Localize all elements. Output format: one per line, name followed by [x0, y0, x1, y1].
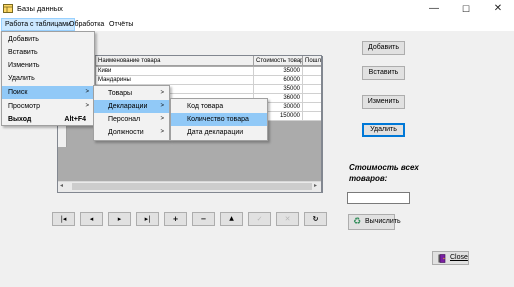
scrollbar-thumb[interactable] — [72, 183, 312, 190]
menu-item-label: Персонал — [108, 116, 141, 123]
menu-item-label: Количество товара — [187, 116, 249, 123]
scroll-right-arrow-icon[interactable]: ▸ — [314, 182, 317, 189]
menu-item-delete[interactable]: Удалить — [2, 72, 94, 85]
edit-button[interactable]: Изменить — [362, 95, 405, 109]
scroll-left-arrow-icon[interactable]: ◂ — [60, 182, 63, 189]
menu-item-product-quantity[interactable]: Количество товара — [171, 113, 267, 126]
grid-cell-post[interactable] — [303, 67, 321, 76]
nav-edit-button[interactable]: ▲ — [220, 212, 243, 226]
nav-first-button[interactable]: |◂ — [52, 212, 75, 226]
menu-item-positions[interactable]: Должности > — [94, 126, 169, 139]
menu-item-product-code[interactable]: Код товара — [171, 100, 267, 113]
grid-cell-post[interactable] — [303, 85, 321, 94]
tables-menu: Добавить Вставить Изменить Удалить Поиск… — [1, 31, 95, 126]
nav-prior-button[interactable]: ◂ — [80, 212, 103, 226]
menu-item-edit[interactable]: Изменить — [2, 59, 94, 72]
close-button[interactable]: Close — [432, 251, 469, 265]
menu-item-label: Товары — [108, 90, 133, 97]
grid-cell-post[interactable] — [303, 76, 321, 85]
close-window-icon[interactable]: ✕ — [482, 0, 514, 18]
insert-button[interactable]: Вставить — [362, 66, 405, 80]
add-button[interactable]: Добавить — [362, 41, 405, 55]
submenu-arrow-icon: > — [160, 129, 164, 135]
total-cost-label: Стоимость всех товаров: — [349, 163, 419, 183]
nav-post-button[interactable]: ✓ — [248, 212, 271, 226]
maximize-icon[interactable]: ☐ — [450, 0, 482, 18]
nav-insert-button[interactable]: + — [164, 212, 187, 226]
grid-border-right — [322, 56, 323, 193]
column-header-cost[interactable]: Стоимость товара — [254, 56, 303, 66]
submenu-arrow-icon: > — [85, 103, 89, 109]
column-header-name[interactable]: Наименование товара — [96, 56, 254, 66]
refresh-green-icon: ♻ — [353, 217, 362, 227]
menu-tables[interactable]: Работа с таблицами — [1, 18, 75, 31]
grid-cell-cost[interactable]: 60000 — [254, 76, 303, 85]
menu-item-label: Код товара — [187, 103, 224, 110]
grid-cell-post[interactable] — [303, 103, 321, 112]
menu-item-label: Декларации — [108, 103, 148, 110]
submenu-arrow-icon: > — [85, 89, 89, 95]
menu-item-exit[interactable]: Выход Alt+F4 — [2, 113, 94, 126]
nav-last-button[interactable]: ▸| — [136, 212, 159, 226]
menu-item-declarations[interactable]: Декларации > — [94, 100, 169, 113]
calculate-label: Вычислить — [365, 218, 401, 225]
menu-processing[interactable]: Обработка — [66, 18, 107, 31]
door-exit-icon — [438, 254, 446, 263]
grid-cell-name[interactable]: Киви — [96, 67, 254, 76]
menu-item-label: Должности — [108, 129, 144, 136]
menu-item-add[interactable]: Добавить — [2, 33, 94, 46]
grid-cell-post[interactable] — [303, 94, 321, 103]
menu-item-label: Добавить — [8, 36, 39, 43]
window-title: Базы данных — [17, 4, 63, 13]
app-icon — [3, 4, 13, 13]
grid-cell-post[interactable] — [303, 112, 321, 121]
declarations-submenu: Код товара Количество товара Дата деклар… — [170, 98, 268, 141]
menu-item-search[interactable]: Поиск > — [2, 86, 94, 99]
delete-button[interactable]: Удалить — [362, 123, 405, 137]
total-cost-field[interactable] — [347, 192, 410, 204]
nav-next-button[interactable]: ▸ — [108, 212, 131, 226]
menu-item-staff[interactable]: Персонал > — [94, 113, 169, 126]
submenu-arrow-icon: > — [160, 116, 164, 122]
menu-item-goods[interactable]: Товары > — [94, 87, 169, 100]
grid-cell-cost[interactable]: 35000 — [254, 85, 303, 94]
menu-item-label: Просмотр — [8, 103, 40, 110]
menu-item-label: Выход — [8, 116, 32, 123]
menu-item-view[interactable]: Просмотр > — [2, 100, 94, 113]
submenu-arrow-icon: > — [160, 103, 164, 109]
menu-item-label: Вставить — [8, 49, 38, 56]
menu-item-label: Удалить — [8, 75, 35, 82]
nav-cancel-button[interactable]: ✕ — [276, 212, 299, 226]
close-label: Close — [450, 254, 468, 261]
menu-reports[interactable]: Отчёты — [106, 18, 136, 31]
menu-item-label: Дата декларации — [187, 129, 244, 136]
nav-delete-button[interactable]: − — [192, 212, 215, 226]
calculate-button[interactable]: ♻ Вычислить — [348, 214, 401, 230]
menu-item-label: Изменить — [8, 62, 40, 69]
menu-item-insert[interactable]: Вставить — [2, 46, 94, 59]
menu-item-label: Поиск — [8, 89, 28, 96]
grid-cell-name[interactable]: Мандарины — [96, 76, 254, 85]
search-submenu: Товары > Декларации > Персонал > Должнос… — [93, 85, 170, 141]
column-header-post[interactable]: Пошли — [303, 56, 321, 66]
submenu-arrow-icon: > — [160, 90, 164, 96]
shortcut-label: Alt+F4 — [64, 116, 86, 123]
menu-item-declaration-date[interactable]: Дата декларации — [171, 126, 267, 139]
grid-cell-cost[interactable]: 35000 — [254, 67, 303, 76]
minimize-icon[interactable]: — — [418, 0, 450, 18]
nav-refresh-button[interactable]: ↻ — [304, 212, 327, 226]
